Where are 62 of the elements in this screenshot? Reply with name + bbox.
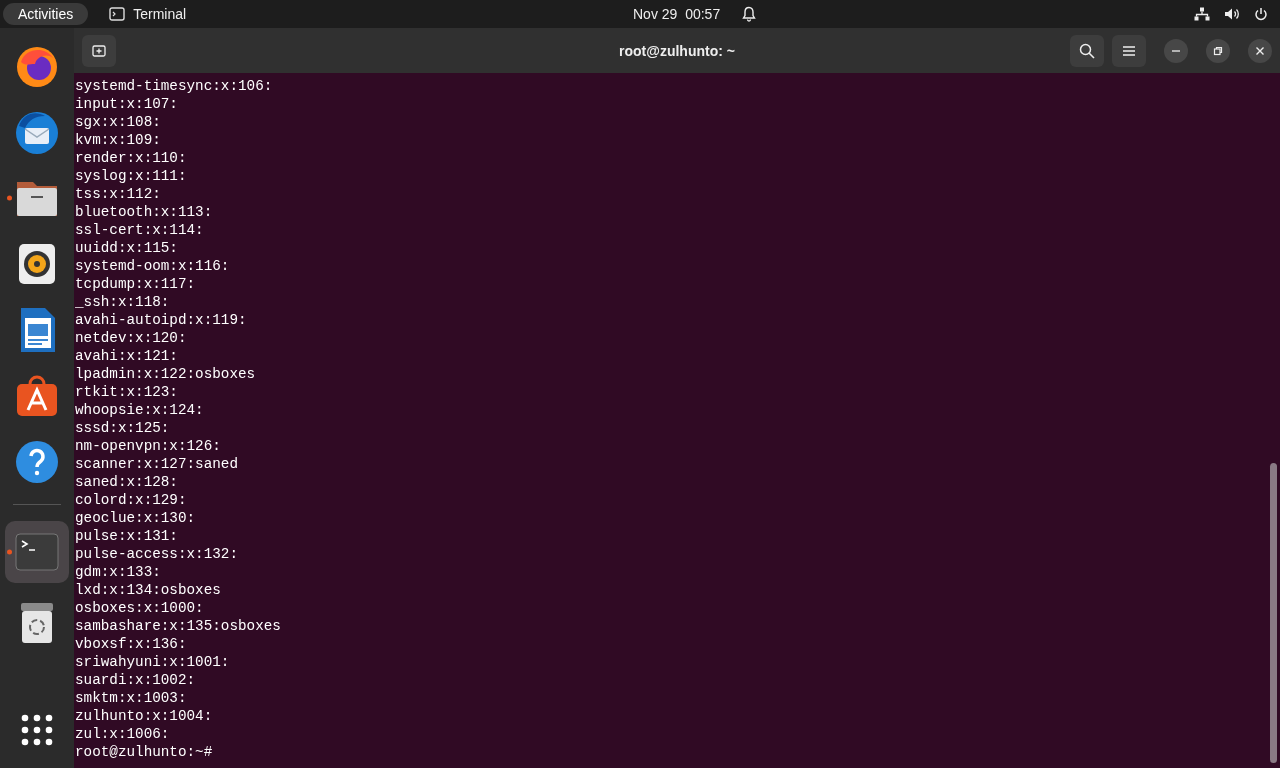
output-line: saned:x:128: [75,473,179,491]
output-line: lpadmin:x:122:osboxes [75,365,257,383]
output-line: _ssh:x:118: [75,293,171,311]
power-icon[interactable] [1254,7,1268,21]
output-line: rtkit:x:123: [75,383,179,401]
output-line: scanner:x:127:saned [75,455,239,473]
app-grid-icon[interactable] [21,714,53,746]
output-line: smktm:x:1003: [75,689,188,707]
output-line: nm-openvpn:x:126: [75,437,222,455]
window-title: root@zulhunto: ~ [619,42,735,59]
terminal-icon[interactable] [109,7,126,21]
output-line: netdev:x:120: [75,329,188,347]
output-line: avahi-autoipd:x:119: [75,311,248,329]
output-line: osboxes:x:1000: [75,599,205,617]
output-line: ssl-cert:x:114: [75,221,205,239]
scrollbar-thumb[interactable] [1270,463,1277,763]
output-line: sriwahyuni:x:1001: [75,653,231,671]
output-line: tcpdump:x:117: [75,275,197,293]
new-tab-button[interactable] [82,34,116,67]
search-button[interactable] [1070,34,1104,67]
output-line: geoclue:x:130: [75,509,197,527]
clock[interactable]: Nov 29 00:57 [633,6,721,22]
output-line: pulse-access:x:132: [75,545,239,563]
close-button[interactable] [1248,38,1272,63]
output-line: sssd:x:125: [75,419,171,437]
output-line: lxd:x:134:osboxes [75,581,222,599]
output-line: zul:x:1006: [75,725,171,743]
activities-button[interactable]: Activities [3,3,89,25]
new-tab-icon [92,43,106,58]
output-line: bluetooth:x:113: [75,203,214,221]
help-icon [13,438,61,486]
output-line: suardi:x:1002: [75,671,197,689]
network-icon[interactable] [1194,7,1210,21]
menu-icon [1123,45,1135,56]
search-icon [1079,42,1095,59]
restore-button[interactable] [1206,38,1230,63]
output-line: gdm:x:133: [75,563,162,581]
output-line: colord:x:129: [75,491,188,509]
output-line: systemd-oom:x:116: [75,257,231,275]
output-line: sgx:x:108: [75,113,162,131]
close-icon [1255,45,1265,56]
output-line: whoopsie:x:124: [75,401,205,419]
output-line: uuidd:x:115: [75,239,179,257]
volume-icon[interactable] [1224,7,1240,21]
app-name[interactable]: Terminal [133,6,187,22]
output-line: avahi:x:121: [75,347,179,365]
output-line: systemd-timesync:x:106: [75,77,274,95]
output-line: tss:x:112: [75,185,162,203]
output-line: syslog:x:111: [75,167,188,185]
minimize-icon [1172,49,1180,52]
output-line: render:x:110: [75,149,188,167]
output-line: pulse:x:131: [75,527,179,545]
restore-icon [1213,45,1223,56]
bell-icon[interactable] [742,6,757,22]
output-line: vboxsf:x:136: [75,635,188,653]
output-line: zulhunto:x:1004: [75,707,214,725]
shell-prompt: root@zulhunto:~# [75,743,214,761]
minimize-button[interactable] [1164,38,1188,63]
output-line: sambashare:x:135:osboxes [75,617,282,635]
menu-button[interactable] [1112,34,1146,67]
output-line: kvm:x:109: [75,131,162,149]
output-line: input:x:107: [75,95,179,113]
